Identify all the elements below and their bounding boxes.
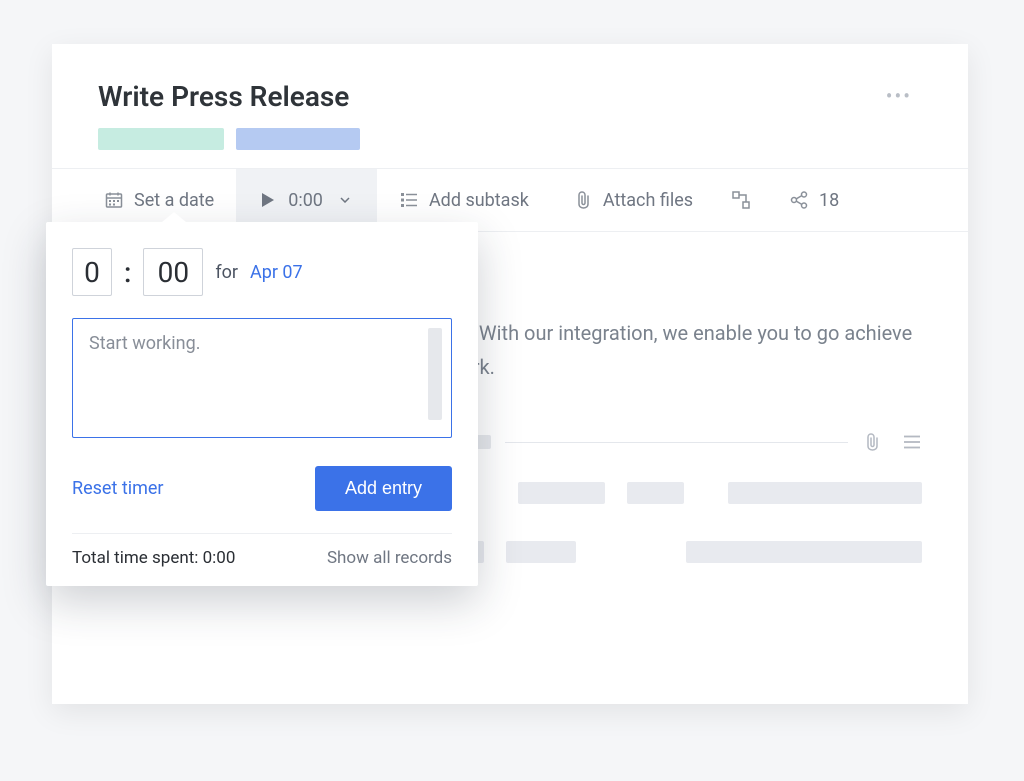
- set-date-label: Set a date: [134, 190, 214, 211]
- popover-footer: Total time spent: 0:00 Show all records: [72, 548, 452, 568]
- skeleton-block: [686, 541, 922, 563]
- tag-two[interactable]: [236, 128, 360, 150]
- dots-icon: •••: [886, 84, 912, 108]
- calendar-icon: [104, 190, 124, 210]
- attachment-icon[interactable]: [862, 432, 882, 452]
- popover-time-row: : for Apr 07: [72, 248, 452, 296]
- add-subtask-label: Add subtask: [429, 190, 529, 211]
- show-all-records-button[interactable]: Show all records: [327, 548, 452, 568]
- add-entry-button[interactable]: Add entry: [315, 466, 452, 511]
- reset-timer-button[interactable]: Reset timer: [72, 478, 164, 499]
- card-header: Write Press Release •••: [52, 44, 968, 168]
- task-title[interactable]: Write Press Release: [98, 80, 349, 113]
- tag-one[interactable]: [98, 128, 224, 150]
- timer-value: 0:00: [288, 190, 323, 211]
- popover-divider: [72, 533, 452, 534]
- time-colon: :: [124, 256, 131, 289]
- chevron-down-icon: [335, 190, 355, 210]
- subtask-icon: [399, 190, 419, 210]
- notes-textarea[interactable]: [72, 318, 452, 438]
- total-time-label: Total time spent: 0:00: [72, 548, 235, 568]
- attach-files-label: Attach files: [603, 190, 693, 211]
- for-label: for: [215, 262, 238, 283]
- section-actions: [862, 432, 922, 452]
- attach-files-button[interactable]: Attach files: [551, 169, 715, 231]
- divider-line-right: [505, 442, 848, 443]
- skeleton-block: [627, 482, 684, 504]
- timer-popover: : for Apr 07 Reset timer Add entry Total…: [46, 222, 478, 586]
- share-icon: [789, 190, 809, 210]
- more-menu-button[interactable]: •••: [876, 78, 922, 114]
- skeleton-block: [506, 541, 576, 563]
- minutes-input[interactable]: [143, 248, 203, 296]
- hours-input[interactable]: [72, 248, 112, 296]
- share-button[interactable]: 18: [767, 169, 861, 231]
- popover-actions: Reset timer Add entry: [72, 466, 452, 511]
- scrollbar-thumb[interactable]: [428, 328, 442, 420]
- tag-row: [98, 128, 922, 150]
- list-view-icon[interactable]: [902, 432, 922, 452]
- attachment-icon: [573, 190, 593, 210]
- skeleton-block: [518, 482, 605, 504]
- skeleton-block: [728, 482, 922, 504]
- dependency-button[interactable]: [715, 169, 767, 231]
- share-count: 18: [819, 190, 839, 211]
- entry-date-link[interactable]: Apr 07: [250, 262, 303, 283]
- dependency-icon: [731, 190, 751, 210]
- title-row: Write Press Release •••: [98, 78, 922, 114]
- play-icon: [258, 190, 278, 210]
